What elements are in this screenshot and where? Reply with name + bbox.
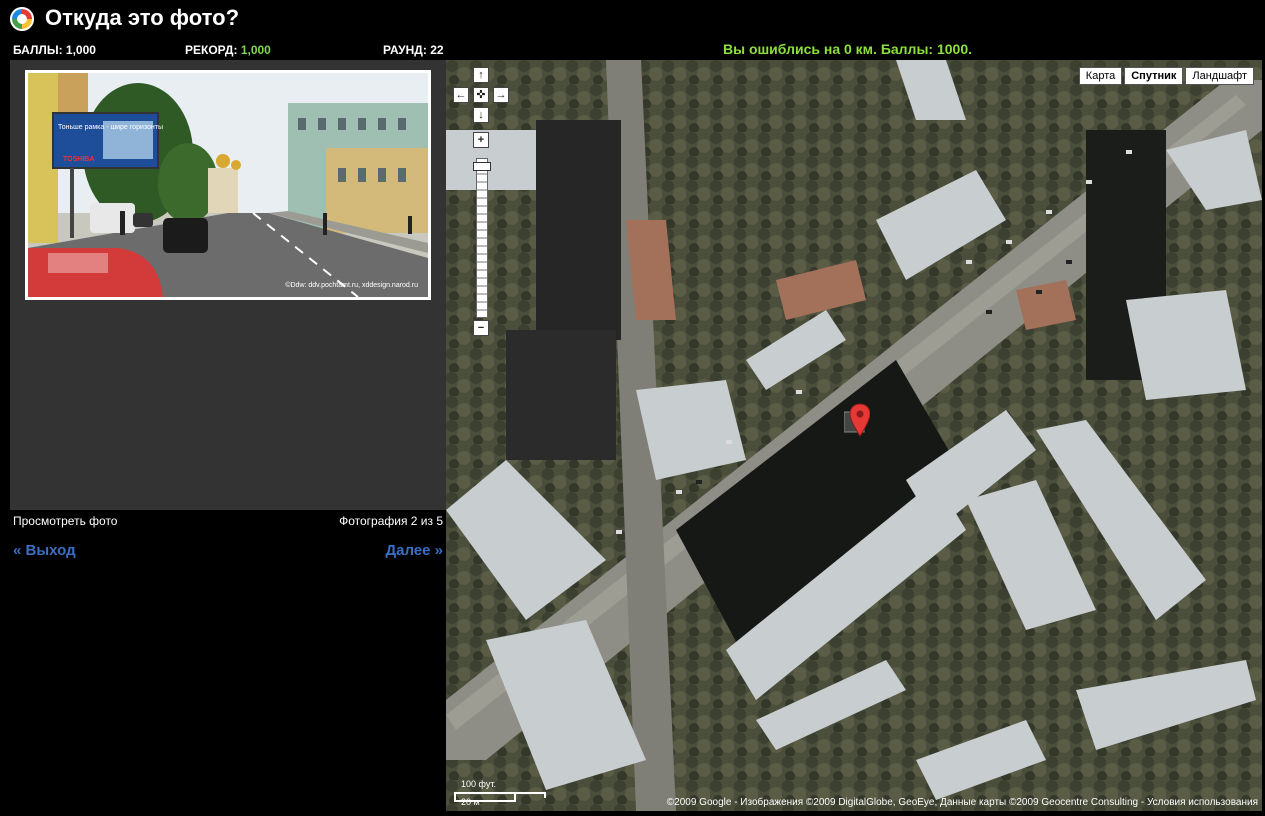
zoom-in-button[interactable]: + <box>473 132 489 148</box>
map-copyright: ©2009 Google - Изображения ©2009 Digital… <box>666 797 1258 808</box>
exit-link[interactable]: « Выход <box>13 542 76 559</box>
score-label: БАЛЛЫ: <box>13 43 63 57</box>
photo-panel: Тоньше рамка - шире горизонты TOSHIBA ©D… <box>10 60 446 510</box>
zoom-slider-thumb[interactable] <box>473 162 491 171</box>
scale-feet-label: 100 фут. <box>461 779 496 789</box>
round-value: 22 <box>430 43 444 57</box>
record-value: 1,000 <box>240 43 271 57</box>
photo-counter: Фотография 2 из 5 <box>339 514 443 528</box>
zoom-slider[interactable] <box>476 158 488 318</box>
scale-meters-label: 20 м <box>461 797 480 807</box>
map-type-terrain-button[interactable]: Ландшафт <box>1185 67 1254 85</box>
pan-right-icon[interactable]: → <box>493 87 509 103</box>
page-title: Откуда это фото? <box>45 5 240 30</box>
billboard-brand: TOSHIBA <box>63 156 94 163</box>
next-link[interactable]: Далее » <box>385 542 443 559</box>
view-photo-link[interactable]: Просмотреть фото <box>13 514 117 528</box>
street-photo-image: Тоньше рамка - шире горизонты TOSHIBA <box>28 73 428 297</box>
map-type-map-button[interactable]: Карта <box>1078 67 1123 85</box>
street-photo[interactable]: Тоньше рамка - шире горизонты TOSHIBA ©D… <box>25 70 431 300</box>
pan-down-icon[interactable]: ↓ <box>473 107 489 123</box>
record-label: РЕКОРД: <box>185 43 238 57</box>
satellite-map[interactable]: Карта Спутник Ландшафт ↑ ← ✜ → ↓ + − 100… <box>446 60 1262 811</box>
result-message: Вы ошиблись на 0 км. Баллы: 1000. <box>723 41 972 57</box>
pan-center-icon[interactable]: ✜ <box>473 87 489 103</box>
location-marker-icon[interactable] <box>844 402 870 438</box>
round-stat: РАУНД: 22 <box>383 43 444 57</box>
round-label: РАУНД: <box>383 43 427 57</box>
picasa-logo-icon <box>10 7 34 31</box>
pan-up-icon[interactable]: ↑ <box>473 67 489 83</box>
record-stat: РЕКОРД: 1,000 <box>185 43 271 57</box>
photo-credit: ©Ddw: ddv.pochtamt.ru, xddesign.narod.ru <box>285 282 418 289</box>
score-value: 1,000 <box>65 43 96 57</box>
map-type-satellite-button[interactable]: Спутник <box>1124 67 1184 85</box>
zoom-out-button[interactable]: − <box>473 320 489 336</box>
billboard-text: Тоньше рамка - шире горизонты <box>58 124 163 131</box>
pan-left-icon[interactable]: ← <box>453 87 469 103</box>
map-type-switcher: Карта Спутник Ландшафт <box>1078 67 1254 85</box>
score-stat: БАЛЛЫ: 1,000 <box>13 43 96 57</box>
